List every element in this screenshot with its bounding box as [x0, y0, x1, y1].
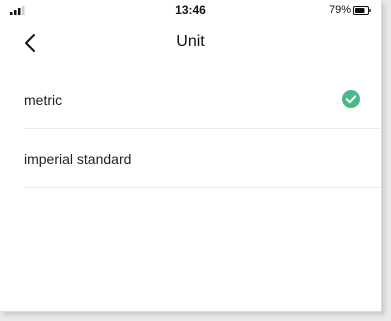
battery-percent: 79% [328, 4, 351, 16]
screen: 13:46 79% Unit metric imperial standard [0, 0, 382, 312]
status-bar: 13:46 79% [0, 0, 381, 20]
page-title: Unit [176, 33, 205, 50]
unit-option-imperial-standard[interactable]: imperial standard [24, 129, 381, 188]
nav-bar: Unit [0, 24, 381, 64]
unit-option-label: imperial standard [24, 151, 132, 167]
unit-option-label: metric [24, 92, 63, 108]
unit-list: metric imperial standard [0, 70, 381, 188]
check-circle-icon [342, 90, 360, 108]
unit-option-metric[interactable]: metric [24, 70, 381, 129]
battery-icon [353, 6, 371, 15]
status-time: 13:46 [175, 3, 206, 17]
